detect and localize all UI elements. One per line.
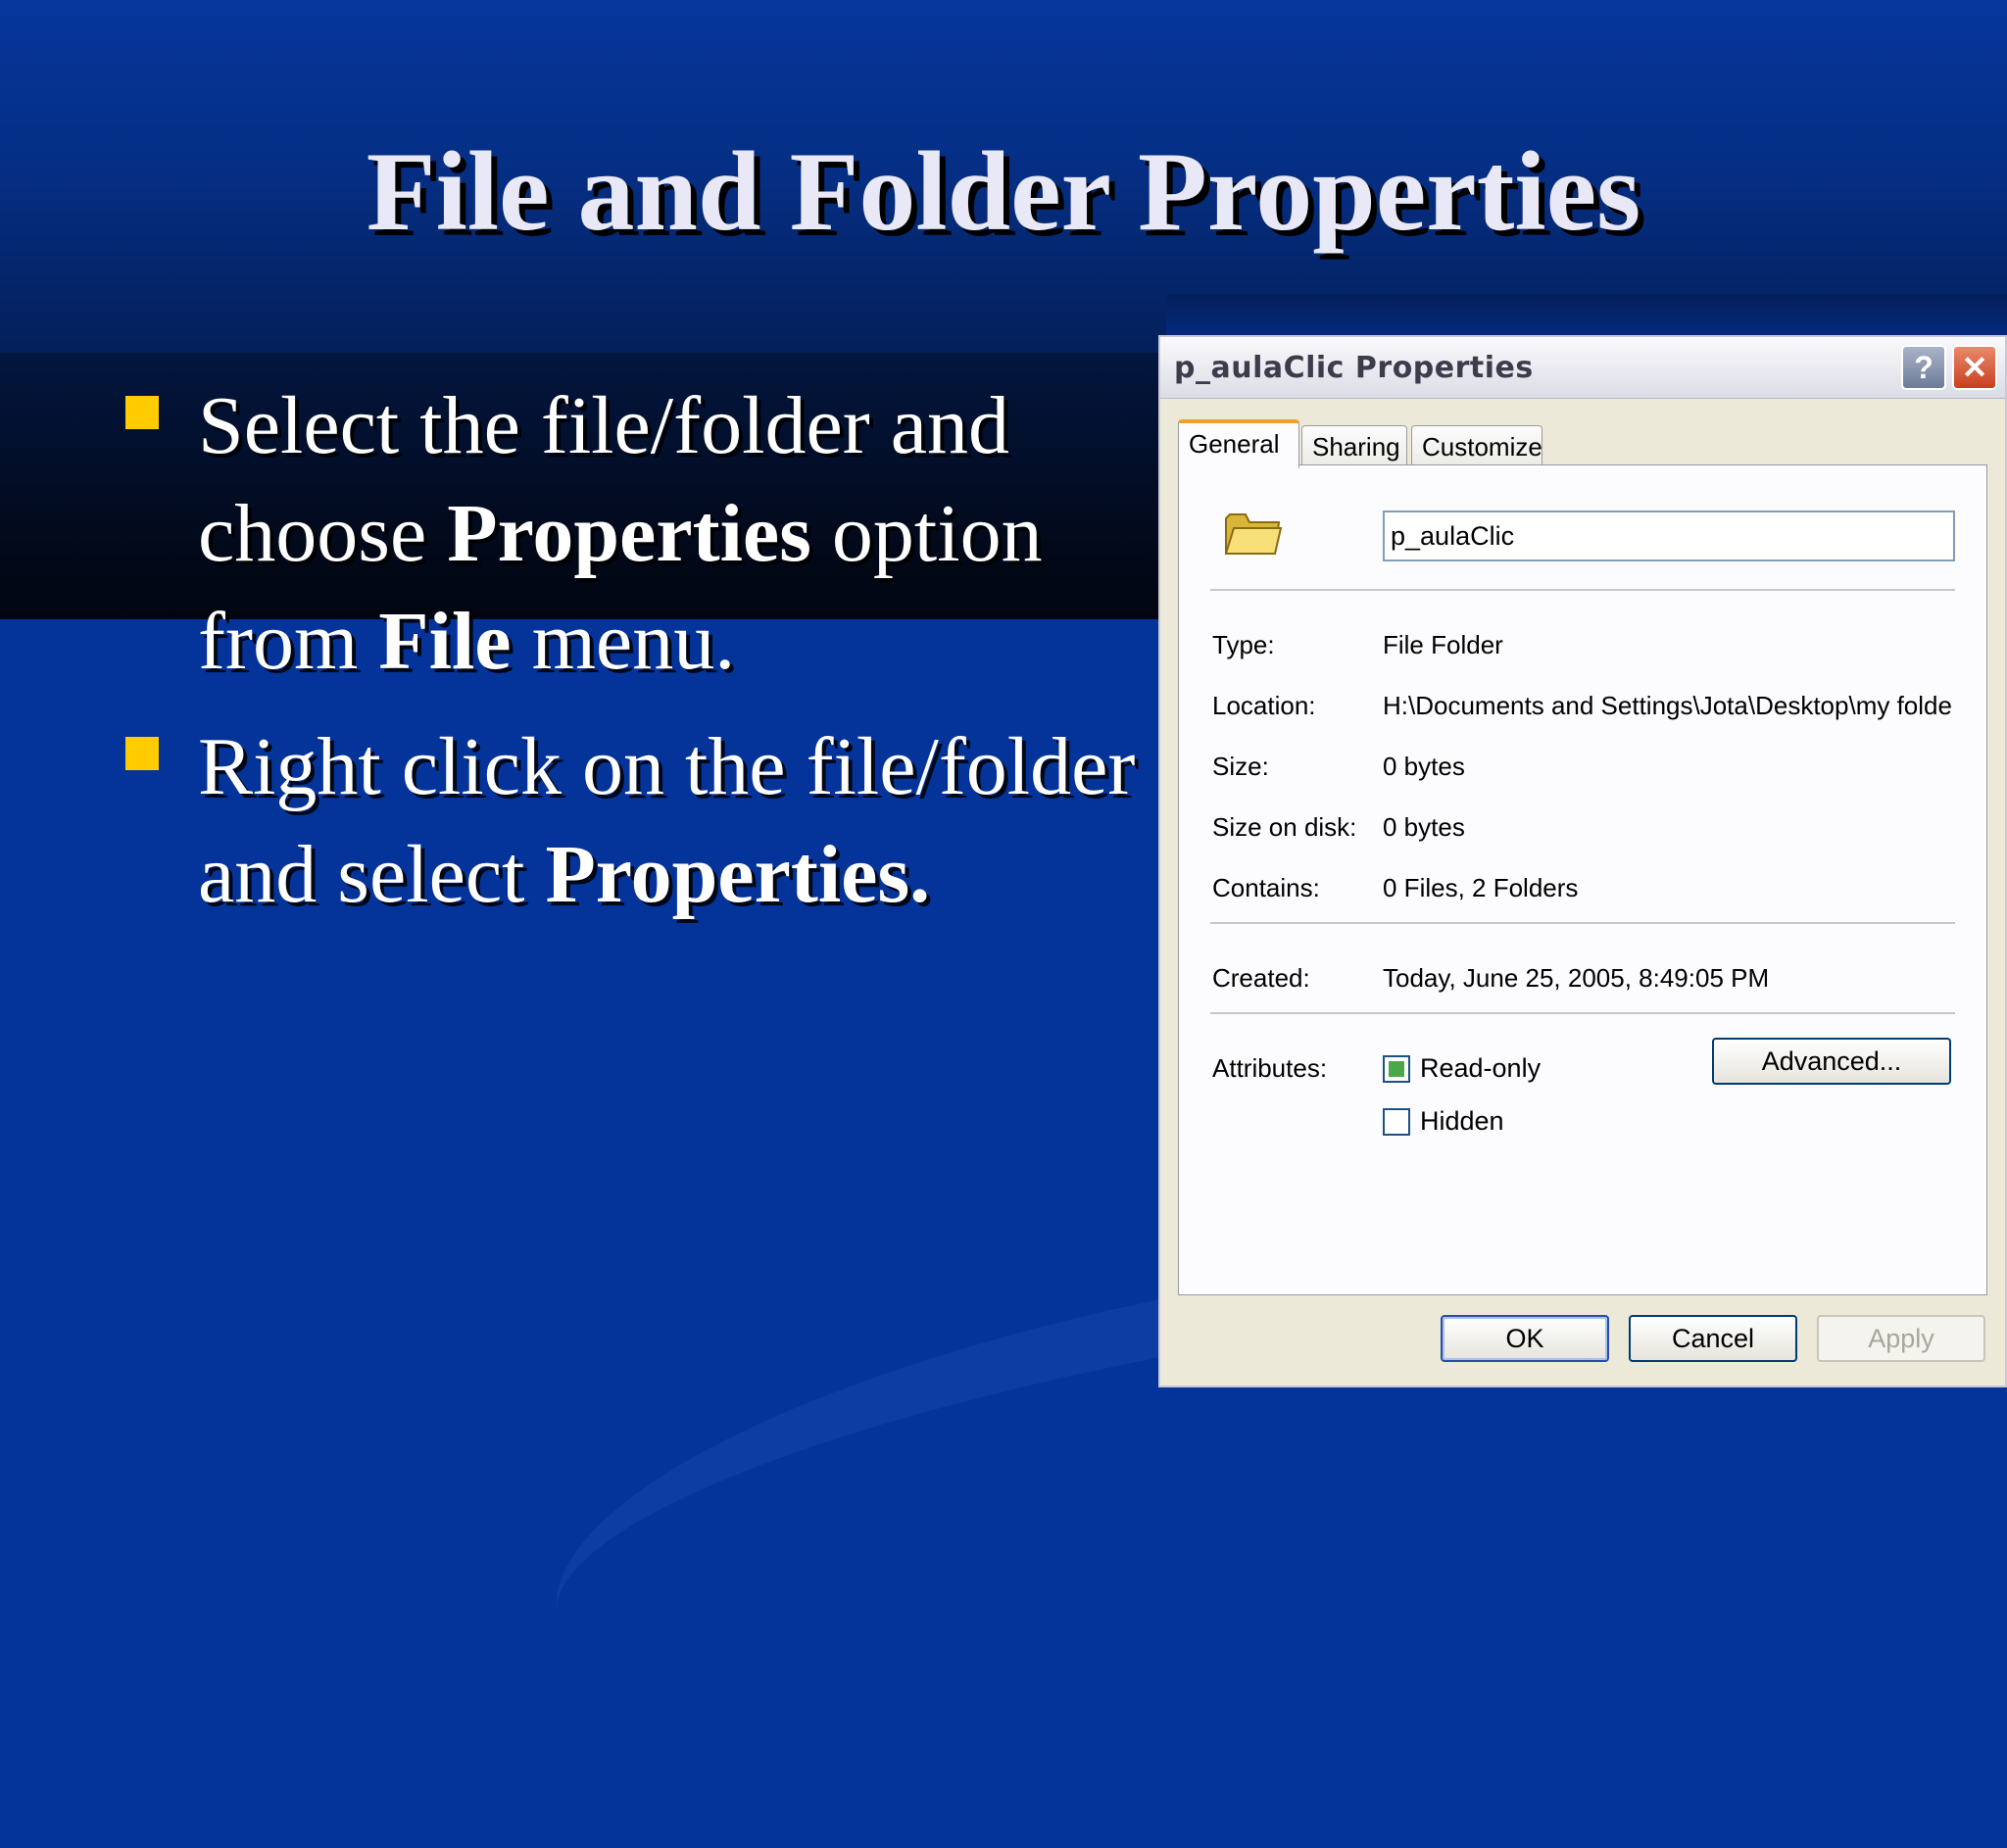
bullet-text-bold: Properties [447,488,811,579]
bullet-text: Right click on the file/folder and selec… [198,713,1145,929]
question-mark-icon: ? [1914,350,1934,385]
size-label: Size: [1212,752,1269,781]
close-icon: ✕ [1961,350,1988,385]
bullet-text: Select the file/folder and choose Proper… [198,372,1145,696]
hidden-checkbox[interactable] [1383,1108,1410,1136]
bullet-item: Right click on the file/folder and selec… [125,713,1145,929]
size-on-disk-label: Size on disk: [1212,812,1357,842]
bullet-square-icon [125,737,159,770]
apply-button[interactable]: Apply [1817,1315,1985,1362]
slide-title: File and Folder Properties [366,129,1641,255]
folder-name-input[interactable] [1383,511,1955,561]
location-value: H:\Documents and Settings\Jota\Desktop\m… [1383,691,1952,720]
dialog-title: p_aulaClic Properties [1174,351,1534,385]
cancel-button[interactable]: Cancel [1629,1315,1797,1362]
separator [1210,1012,1955,1014]
general-tab-panel: Type: File Folder Location: H:\Documents… [1178,464,1987,1295]
bullet-list: Select the file/folder and choose Proper… [125,372,1145,947]
contains-value: 0 Files, 2 Folders [1383,873,1579,902]
tab-customize[interactable]: Customize [1411,425,1542,466]
attributes-label: Attributes: [1212,1053,1328,1083]
type-value: File Folder [1383,630,1503,659]
type-label: Type: [1212,630,1275,659]
bullet-item: Select the file/folder and choose Proper… [125,372,1145,696]
close-button[interactable]: ✕ [1952,345,1997,390]
created-label: Created: [1212,963,1310,993]
dialog-titlebar[interactable]: p_aulaClic Properties ? ✕ [1160,337,2005,399]
help-button[interactable]: ? [1901,345,1946,390]
readonly-label[interactable]: Read-only [1420,1053,1541,1084]
tab-general[interactable]: General [1178,419,1299,468]
bullet-text-bold: Properties. [545,829,931,920]
created-value: Today, June 25, 2005, 8:49:05 PM [1383,963,1770,993]
location-label: Location: [1212,691,1316,720]
readonly-checkbox[interactable] [1383,1055,1410,1083]
ok-button[interactable]: OK [1441,1315,1609,1362]
separator [1210,589,1955,591]
advanced-button[interactable]: Advanced... [1712,1038,1951,1085]
bullet-text-run: menu. [511,596,736,687]
separator [1210,922,1955,924]
size-value: 0 bytes [1383,752,1465,781]
folder-icon [1224,513,1283,555]
contains-label: Contains: [1212,873,1320,902]
tab-sharing[interactable]: Sharing [1301,425,1407,466]
hidden-label[interactable]: Hidden [1420,1106,1504,1137]
bullet-text-bold: File [378,596,512,687]
bullet-square-icon [125,396,159,429]
properties-dialog: p_aulaClic Properties ? ✕ General Sharin… [1158,335,2007,1387]
size-on-disk-value: 0 bytes [1383,812,1465,842]
